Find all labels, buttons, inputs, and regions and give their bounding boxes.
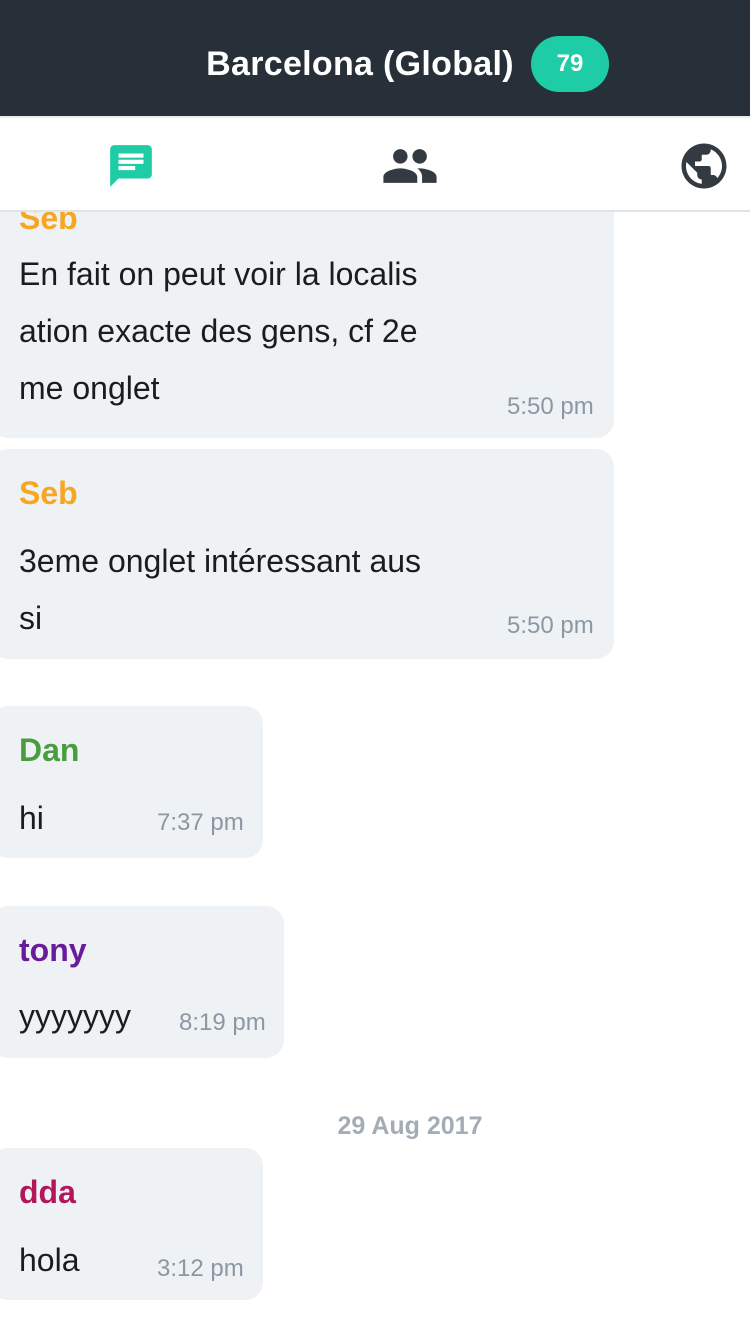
message-bubble[interactable]: Seb 3eme onglet intéressant aus si 5:50 … (0, 449, 614, 659)
message-sender: tony (19, 932, 87, 968)
message-bubble[interactable]: tony yyyyyyy 8:19 pm (0, 906, 284, 1058)
tab-bar (0, 116, 750, 216)
message-sender: dda (19, 1174, 76, 1210)
message-bubble[interactable]: Seb En fait on peut voir la localis atio… (0, 212, 614, 438)
message-text: En fait on peut voir la localis (19, 256, 418, 292)
message-time: 5:50 pm (507, 612, 594, 639)
message-list[interactable]: Seb En fait on peut voir la localis atio… (0, 212, 750, 1334)
people-icon (383, 149, 437, 183)
date-separator: 29 Aug 2017 (337, 1112, 483, 1140)
tab-chat[interactable] (0, 118, 263, 216)
message-text: hi (19, 800, 44, 836)
message-text: si (19, 600, 43, 636)
globe-icon (681, 143, 727, 189)
message-text: ation exacte des gens, cf 2e (19, 313, 418, 349)
app-header: Barcelona (Global) 79 (0, 0, 750, 116)
chat-icon (110, 145, 152, 187)
tab-globe[interactable] (640, 118, 750, 214)
message-time: 7:37 pm (157, 809, 244, 836)
room-title: Barcelona (Global) (0, 36, 720, 90)
message-time: 8:19 pm (179, 1009, 266, 1036)
message-text: yyyyyyy (19, 998, 131, 1034)
room-title-text: Barcelona (Global) (206, 45, 514, 84)
message-time: 3:12 pm (157, 1255, 244, 1282)
chat-screen: Barcelona (Global) 79 Seb En fait on peu… (0, 0, 750, 1334)
message-bubble[interactable]: dda hola 3:12 pm (0, 1148, 263, 1300)
message-sender: Seb (19, 212, 78, 236)
message-sender: Seb (19, 475, 78, 511)
message-text: 3eme onglet intéressant aus (19, 543, 422, 579)
tab-people[interactable] (262, 118, 558, 214)
message-text: hola (19, 1242, 80, 1278)
message-text: me onglet (19, 370, 160, 406)
message-sender: Dan (19, 732, 80, 768)
message-bubble[interactable]: Dan hi 7:37 pm (0, 706, 263, 858)
message-time: 5:50 pm (507, 393, 594, 420)
member-count-badge[interactable]: 79 (531, 36, 609, 92)
